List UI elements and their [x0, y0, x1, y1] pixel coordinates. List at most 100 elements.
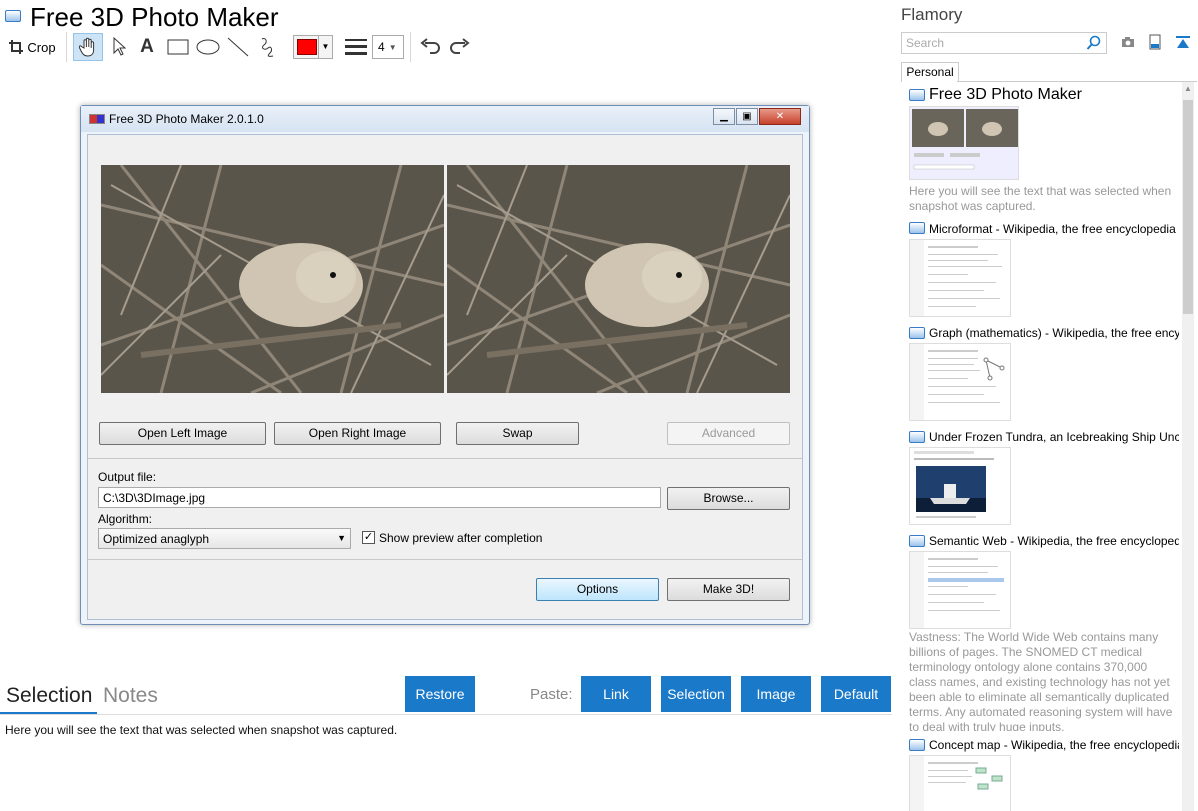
entry-thumbnail[interactable]	[909, 755, 1011, 811]
redo-button[interactable]	[446, 32, 474, 62]
undo-button[interactable]	[416, 32, 444, 62]
show-preview-checkbox[interactable]: ✓	[362, 531, 375, 544]
open-left-image-button[interactable]: Open Left Image	[99, 422, 266, 445]
line-width-select[interactable]: 4 ▼	[372, 35, 404, 59]
entry-thumbnail[interactable]	[909, 106, 1019, 180]
thumbnail-icebreaker-article	[910, 448, 1010, 524]
pointer-icon	[113, 37, 126, 56]
line-width-value: 4	[378, 40, 385, 54]
snapshot-icon	[909, 222, 925, 234]
scroll-up-icon[interactable]: ▲	[1182, 84, 1194, 93]
algorithm-value: Optimized anaglyph	[103, 532, 210, 546]
paste-image-button[interactable]: Image	[741, 676, 811, 712]
pan-tool-button[interactable]	[73, 33, 103, 61]
entry-thumbnail[interactable]	[909, 239, 1011, 317]
undo-icon	[420, 38, 440, 54]
close-button[interactable]: ✕	[759, 108, 801, 125]
freehand-icon	[261, 38, 274, 57]
window-titlebar: Free 3D Photo Maker 2.0.1.0 ▁ ▣ ✕	[81, 106, 809, 132]
text-tool-button[interactable]: A	[134, 32, 160, 62]
paste-selection-button[interactable]: Selection	[661, 676, 731, 712]
hand-icon	[79, 37, 95, 57]
entry-title[interactable]: Under Frozen Tundra, an Icebreaking Ship…	[929, 430, 1179, 444]
tab-strip-line	[957, 81, 1197, 82]
thumbnail-semantic-web-page	[910, 552, 1010, 628]
chevron-down-icon: ▼	[388, 42, 397, 52]
tab-notes[interactable]: Notes	[103, 684, 158, 708]
rectangle-icon	[167, 39, 189, 55]
selection-text: Here you will see the text that was sele…	[5, 723, 398, 737]
paste-default-button[interactable]: Default	[821, 676, 891, 712]
window-body: Open Left Image Open Right Image Swap Ad…	[87, 134, 803, 620]
paste-link-button[interactable]: Link	[581, 676, 651, 712]
entry-thumbnail[interactable]	[909, 551, 1011, 629]
output-file-label: Output file:	[98, 470, 157, 484]
scrollbar-thumb[interactable]	[1183, 100, 1193, 314]
color-picker[interactable]: ▼	[293, 35, 333, 59]
minimize-button[interactable]: ▁	[713, 108, 735, 125]
entry-title[interactable]: Microformat - Wikipedia, the free encycl…	[929, 222, 1179, 236]
open-right-image-button[interactable]: Open Right Image	[274, 422, 441, 445]
checkmark-icon: ✓	[363, 531, 374, 543]
entry-thumbnail[interactable]	[909, 343, 1011, 421]
right-image-preview	[447, 165, 790, 393]
hyrax-photo-left	[101, 165, 444, 393]
search-placeholder: Search	[906, 36, 945, 50]
camera-icon[interactable]	[1121, 36, 1135, 48]
collapse-icon[interactable]	[1175, 35, 1191, 51]
tab-divider	[0, 714, 892, 715]
crop-button[interactable]: Crop	[6, 32, 58, 62]
snapshot-icon	[909, 535, 925, 547]
line-width-icon	[345, 39, 367, 55]
window-app-icon	[89, 114, 105, 124]
entry-title[interactable]: Semantic Web - Wikipedia, the free encyc…	[929, 534, 1179, 548]
window-title: Free 3D Photo Maker 2.0.1.0	[109, 112, 264, 126]
color-swatch	[297, 39, 317, 55]
line-tool-button[interactable]	[224, 32, 252, 62]
paste-label: Paste:	[530, 686, 573, 703]
sidebar-title: Flamory	[901, 5, 963, 24]
swap-button[interactable]: Swap	[456, 422, 579, 445]
flamory-sidebar: Flamory Search Personal Free 3D Photo Ma…	[897, 0, 1198, 811]
document-icon[interactable]	[1149, 34, 1161, 50]
entry-thumbnail[interactable]	[909, 447, 1011, 525]
algorithm-label: Algorithm:	[98, 512, 153, 526]
chevron-down-icon: ▼	[318, 36, 332, 58]
show-preview-label: Show preview after completion	[379, 531, 543, 545]
thumbnail-concept-map-page	[910, 756, 1010, 811]
freehand-tool-button[interactable]	[254, 32, 282, 62]
crop-label: Crop	[27, 39, 56, 55]
entry-title[interactable]: Free 3D Photo Maker	[929, 86, 1179, 104]
ellipse-tool-button[interactable]	[194, 32, 222, 62]
tab-personal[interactable]: Personal	[901, 62, 959, 82]
ellipse-icon	[196, 39, 220, 55]
search-icon[interactable]	[1086, 35, 1102, 51]
make-3d-button[interactable]: Make 3D!	[667, 578, 790, 601]
line-icon	[227, 37, 249, 57]
tab-selection[interactable]: Selection	[6, 684, 92, 708]
browse-button[interactable]: Browse...	[667, 487, 790, 510]
entry-description: Here you will see the text that was sele…	[909, 184, 1172, 213]
hyrax-photo-right	[447, 165, 790, 393]
app-icon	[5, 10, 21, 22]
line-width-button[interactable]	[342, 32, 370, 62]
annotation-toolbar: Crop A ▼ 4 ▼	[0, 32, 520, 62]
sidebar-scrollbar[interactable]: ▲	[1182, 82, 1194, 811]
entry-title[interactable]: Concept map - Wikipedia, the free encycl…	[929, 738, 1179, 752]
restore-button[interactable]: Restore	[405, 676, 475, 712]
search-input[interactable]: Search	[901, 32, 1107, 54]
chevron-down-icon: ▼	[337, 533, 346, 543]
thumbnail-wiki-page	[910, 240, 1010, 316]
advanced-button[interactable]: Advanced	[667, 422, 790, 445]
output-file-field[interactable]: C:\3D\3DImage.jpg	[98, 487, 661, 508]
entry-title[interactable]: Graph (mathematics) - Wikipedia, the fre…	[929, 326, 1179, 340]
snapshot-icon	[909, 89, 925, 101]
maximize-button[interactable]: ▣	[736, 108, 758, 125]
crop-icon	[9, 40, 24, 54]
select-tool-button[interactable]	[106, 32, 132, 62]
options-button[interactable]: Options	[536, 578, 659, 601]
rectangle-tool-button[interactable]	[164, 32, 192, 62]
thumbnail-3d-photo-maker	[910, 107, 1018, 179]
snapshot-icon	[909, 739, 925, 751]
algorithm-select[interactable]: Optimized anaglyph ▼	[98, 528, 351, 549]
